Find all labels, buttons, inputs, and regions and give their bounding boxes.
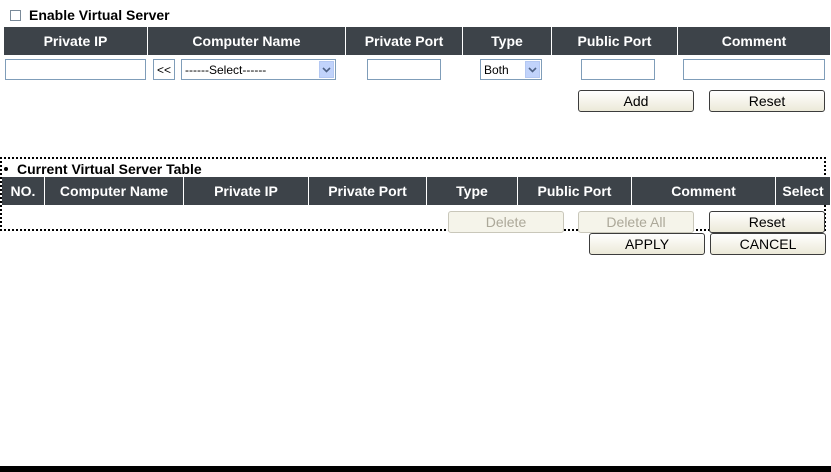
col-public-port: Public Port — [517, 177, 632, 205]
delete-all-button[interactable]: Delete All — [578, 211, 694, 233]
col-public-port: Public Port — [551, 27, 678, 55]
col-private-ip: Private IP — [183, 177, 309, 205]
private-ip-input[interactable] — [5, 59, 146, 80]
virtual-server-header: Private IP Computer Name Private Port Ty… — [4, 27, 830, 55]
type-select-value: Both — [484, 62, 509, 77]
comment-input[interactable] — [683, 59, 825, 80]
current-table-header: NO. Computer Name Private IP Private Por… — [2, 177, 830, 205]
col-private-ip: Private IP — [4, 27, 148, 55]
bottom-divider — [0, 466, 831, 472]
cancel-button[interactable]: CANCEL — [710, 233, 826, 255]
enable-virtual-server-label: Enable Virtual Server — [29, 7, 170, 23]
current-table-title: Current Virtual Server Table — [4, 161, 202, 177]
enable-virtual-server-row: Enable Virtual Server — [10, 6, 170, 24]
col-no: NO. — [2, 177, 45, 205]
apply-button[interactable]: APPLY — [589, 233, 705, 255]
reset-button[interactable]: Reset — [709, 90, 825, 112]
copy-computer-button[interactable]: << — [153, 59, 175, 80]
bullet-icon — [4, 167, 8, 171]
col-computer-name: Computer Name — [147, 27, 346, 55]
col-comment: Comment — [677, 27, 830, 55]
col-comment: Comment — [631, 177, 776, 205]
col-private-port: Private Port — [345, 27, 463, 55]
private-port-input[interactable] — [367, 59, 441, 80]
col-select: Select — [775, 177, 830, 205]
computer-name-select-value: ------Select------ — [185, 62, 267, 77]
col-private-port: Private Port — [308, 177, 427, 205]
type-select[interactable]: Both — [480, 59, 542, 80]
current-table-title-text: Current Virtual Server Table — [17, 161, 202, 177]
col-type: Type — [426, 177, 518, 205]
chevron-down-icon — [319, 61, 334, 78]
col-type: Type — [462, 27, 552, 55]
enable-virtual-server-checkbox[interactable] — [10, 9, 21, 21]
table-reset-button[interactable]: Reset — [709, 211, 825, 233]
add-button[interactable]: Add — [578, 90, 694, 112]
delete-button[interactable]: Delete — [448, 211, 564, 233]
public-port-input[interactable] — [581, 59, 655, 80]
computer-name-select[interactable]: ------Select------ — [181, 59, 336, 80]
col-computer-name: Computer Name — [44, 177, 184, 205]
chevron-down-icon — [525, 61, 540, 78]
